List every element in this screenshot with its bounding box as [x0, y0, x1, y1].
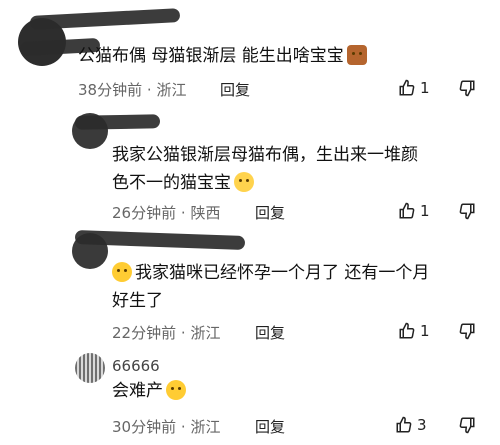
- comment-time: 26分钟前: [112, 204, 177, 222]
- sweat-smile-icon: [166, 380, 186, 400]
- comment-text-line: 会难产: [112, 381, 163, 401]
- comment-location: 陕西: [190, 204, 221, 222]
- meta-separator: ·: [180, 418, 186, 436]
- comment-location: 浙江: [190, 324, 221, 342]
- comment-text-line: 公猫布偶 母猫银渐层 能生出啥宝宝: [78, 46, 344, 66]
- meta-separator: ·: [146, 81, 152, 99]
- comment-item: 我家猫咪已经怀孕一个月了 还有一个月 好生了 22分钟前 · 浙江 回复 1: [0, 225, 500, 345]
- thumbs-up-icon[interactable]: [398, 79, 416, 97]
- comment-item: 公猫布偶 母猫银渐层 能生出啥宝宝 38分钟前 · 浙江 回复 1: [0, 0, 500, 105]
- comment-text: 我家猫咪已经怀孕一个月了 还有一个月 好生了: [112, 259, 429, 315]
- comment-time: 22分钟前: [112, 324, 177, 342]
- laughing-crying-icon: [234, 172, 254, 192]
- thumbs-down-icon[interactable]: [458, 416, 476, 434]
- comment-meta: 30分钟前 · 浙江: [112, 416, 220, 437]
- thumbs-up-icon[interactable]: [398, 322, 416, 340]
- like-count: 1: [420, 79, 430, 97]
- comment-text: 我家公猫银渐层母猫布偶，生出来一堆颜 色不一的猫宝宝: [112, 141, 418, 197]
- like-count: 1: [420, 322, 430, 340]
- comment-time: 38分钟前: [78, 81, 143, 99]
- comment-text-line: 色不一的猫宝宝: [112, 173, 231, 193]
- thumbs-up-icon[interactable]: [395, 416, 413, 434]
- meta-separator: ·: [180, 204, 186, 222]
- comment-text-line: 我家公猫银渐层母猫布偶，生出来一堆颜: [112, 145, 418, 165]
- reply-button[interactable]: 回复: [255, 416, 285, 437]
- comment-location: 浙江: [190, 418, 221, 436]
- meta-separator: ·: [180, 324, 186, 342]
- comment-text-line: 我家猫咪已经怀孕一个月了 还有一个月: [135, 263, 430, 283]
- comment-meta: 26分钟前 · 陕西: [112, 202, 220, 223]
- thumbs-down-icon[interactable]: [458, 322, 476, 340]
- comment-text: 公猫布偶 母猫银渐层 能生出啥宝宝: [78, 42, 367, 70]
- cat-icon: [346, 45, 367, 65]
- reply-button[interactable]: 回复: [220, 79, 250, 100]
- thumbs-down-icon[interactable]: [458, 79, 476, 97]
- comment-time: 30分钟前: [112, 418, 177, 436]
- like-count: 3: [417, 416, 427, 434]
- thumbs-down-icon[interactable]: [458, 202, 476, 220]
- redacted-username: [74, 114, 161, 130]
- reply-button[interactable]: 回复: [255, 322, 285, 343]
- redacted-username: [29, 8, 181, 30]
- comment-item: 66666 会难产 30分钟前 · 浙江 回复 3: [0, 345, 500, 445]
- comment-meta: 38分钟前 · 浙江: [78, 79, 186, 100]
- username[interactable]: 66666: [112, 357, 160, 375]
- like-count: 1: [420, 202, 430, 220]
- thumbs-up-icon[interactable]: [398, 202, 416, 220]
- comment-text: 会难产: [112, 377, 186, 405]
- comment-item: 我家公猫银渐层母猫布偶，生出来一堆颜 色不一的猫宝宝 26分钟前 · 陕西 回复…: [0, 105, 500, 225]
- pleading-face-icon: [112, 262, 132, 282]
- comment-text-line: 好生了: [112, 291, 163, 311]
- comment-location: 浙江: [156, 81, 187, 99]
- reply-button[interactable]: 回复: [255, 202, 285, 223]
- avatar[interactable]: [75, 353, 105, 383]
- comment-meta: 22分钟前 · 浙江: [112, 322, 220, 343]
